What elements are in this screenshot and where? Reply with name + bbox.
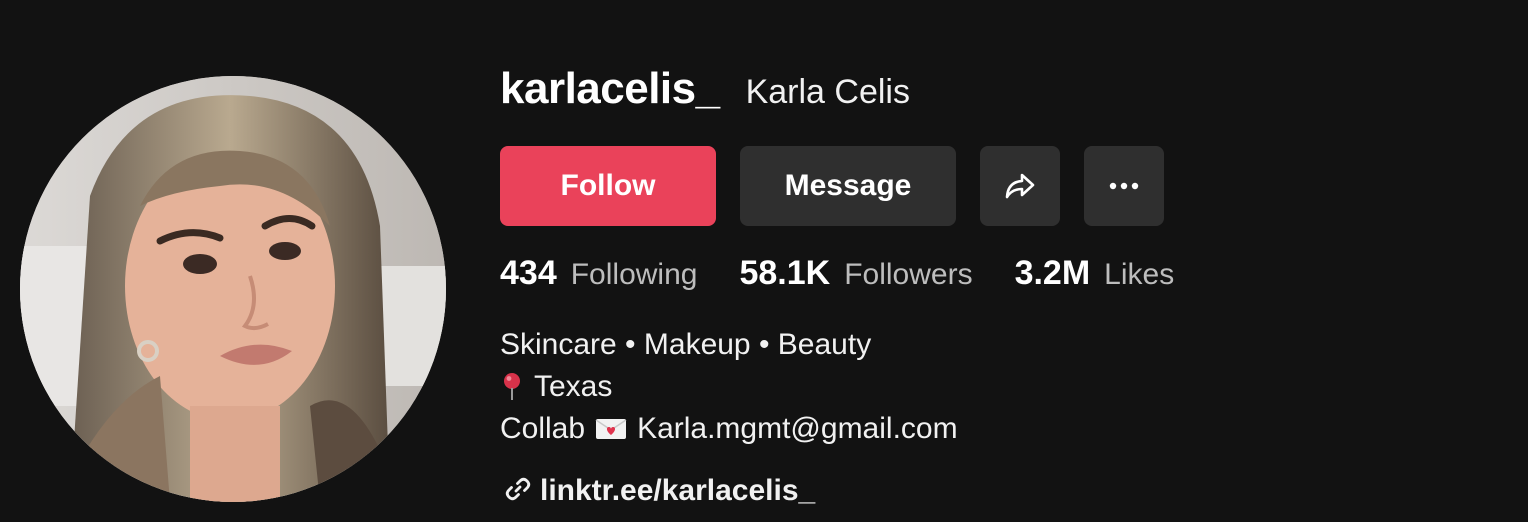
location-text: Texas <box>534 370 613 403</box>
likes-count: 3.2M <box>1014 254 1091 292</box>
more-horizontal-icon <box>1108 181 1140 191</box>
profile-stats: 434 Following 58.1K Followers 3.2M Likes <box>500 254 1216 293</box>
share-button[interactable] <box>980 146 1060 226</box>
share-arrow-icon <box>1002 168 1038 204</box>
profile-info: karlacelis_ Karla Celis Follow Message 4… <box>500 64 1174 507</box>
love-letter-icon <box>595 417 627 441</box>
following-stat[interactable]: 434 Following <box>500 254 697 293</box>
link-icon <box>504 475 532 508</box>
bio-location: Texas <box>500 366 958 408</box>
follow-button[interactable]: Follow <box>500 146 716 226</box>
more-options-button[interactable] <box>1084 146 1164 226</box>
likes-label: Likes <box>1104 258 1175 291</box>
following-count: 434 <box>500 254 557 292</box>
username: karlacelis_ <box>500 64 720 113</box>
followers-label: Followers <box>844 258 973 291</box>
collab-label: Collab <box>500 412 586 445</box>
profile-bio: Skincare • Makeup • Beauty Texas Collab <box>500 324 958 450</box>
profile-link[interactable]: linktr.ee/karlacelis_ <box>504 474 815 508</box>
bio-contact: Collab Karla.mgmt@gmail.com <box>500 408 958 450</box>
message-button[interactable]: Message <box>740 146 956 226</box>
followers-count: 58.1K <box>739 254 831 292</box>
bio-tagline: Skincare • Makeup • Beauty <box>500 328 872 361</box>
action-buttons: Follow Message <box>500 146 1164 226</box>
name-row: karlacelis_ Karla Celis <box>500 64 910 122</box>
map-pin-icon <box>500 372 524 402</box>
profile-avatar[interactable] <box>20 76 446 502</box>
following-label: Following <box>570 258 698 291</box>
contact-email: Karla.mgmt@gmail.com <box>637 412 958 445</box>
likes-stat: 3.2M Likes <box>1015 254 1175 293</box>
followers-stat[interactable]: 58.1K Followers <box>739 254 972 293</box>
display-name: Karla Celis <box>745 73 910 111</box>
link-text: linktr.ee/karlacelis_ <box>540 474 816 507</box>
